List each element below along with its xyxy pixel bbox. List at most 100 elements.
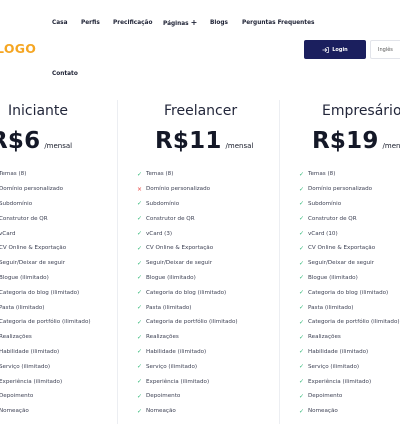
feature-label: Categoria do blog (ilimitado) [308,289,389,296]
feature-label: vCard (3) [146,230,173,237]
feature-label: Domínio personalizado [308,186,373,193]
feature-label: CV Online & Exportação [146,245,214,252]
check-icon: ✓ [298,215,305,223]
feature-item: ✓Habilidade (ilimitado) [0,345,91,360]
login-button[interactable]: Login [304,40,366,59]
feature-label: Construtor de QR [146,215,195,222]
nav-link-paginas-label: Páginas [163,21,189,27]
feature-item: ✓Categoria de portfólio (ilimitado) [135,315,238,330]
feature-label: vCard (10) [308,230,338,237]
language-label: Inglês [378,46,393,53]
check-icon: ✓ [298,407,305,415]
plan-price-freelancer: R$11/mensal [155,128,253,154]
nav-link-paginas[interactable]: Páginas + [163,19,197,28]
check-icon: ✓ [298,304,305,312]
feature-label: Depoimento [0,393,34,400]
check-icon: ✓ [136,200,143,208]
feature-item: ✓ vCard (10) [297,226,400,241]
feature-label: Subdomínio [0,200,33,207]
check-icon: ✓ [136,318,143,326]
feature-item: ✓Nomeação [0,404,91,419]
check-icon: ✓ [298,185,305,193]
feature-label: Nomeação [0,408,29,415]
check-icon: ✓ [136,392,143,400]
check-icon: ✓ [298,348,305,356]
feature-label: Habilidade (ilimitado) [308,348,369,355]
check-icon: ✓ [136,230,143,238]
feature-item: ✓CV Online & Exportação [135,241,238,256]
feature-item: ✓Temas (8) [0,167,91,182]
check-icon: ✓ [298,200,305,208]
nav-link-precificacao[interactable]: Precificação [113,20,152,26]
feature-label: Habilidade (ilimitado) [146,348,207,355]
feature-item: × Domínio personalizado [135,182,238,197]
check-icon: ✓ [136,407,143,415]
plan-price-empresario: R$19/mensal [312,128,400,154]
feature-label: Pasta (ilimitado) [308,304,354,311]
feature-item: ✓Experiência (ilimitado) [0,374,91,389]
feature-item: ✓Temas (8) [297,167,400,182]
feature-item: ✓Seguir/Deixar de seguir [0,256,91,271]
check-icon: ✓ [298,318,305,326]
feature-item: ✓Seguir/Deixar de seguir [297,256,400,271]
feature-label: vCard [0,230,16,237]
feature-item: ✓Realizações [297,330,400,345]
feature-item: ✓Serviço (ilimitado) [297,359,400,374]
feature-label: Experiência (ilimitado) [146,378,210,385]
nav-link-perfis[interactable]: Perfis [81,20,100,26]
feature-label: Seguir/Deixar de seguir [0,260,66,267]
plan-title-iniciante: Iniciante [8,103,69,119]
feature-item: ✓Construtor de QR [135,211,238,226]
nav-link-faq[interactable]: Perguntas Frequentes [242,20,314,26]
feature-item: ✓Habilidade (ilimitado) [135,345,238,360]
check-icon: ✓ [136,333,143,341]
feature-item: ✓Blogue (ilimitado) [135,271,238,286]
feature-item: ✓Habilidade (ilimitado) [297,345,400,360]
feature-item: ✓Categoria do blog (ilimitado) [135,285,238,300]
feature-label: Nomeação [146,408,176,415]
price-amount: R$19 [312,128,379,154]
feature-item: ✓Pasta (ilimitado) [135,300,238,315]
check-icon: ✓ [136,274,143,282]
feature-item: ✓Construtor de QR [297,211,400,226]
feature-item: ✓Categoria de portfólio (ilimitado) [0,315,91,330]
feature-item: ✓Nomeação [297,404,400,419]
feature-label: Temas (8) [308,171,336,178]
check-icon: ✓ [298,392,305,400]
feature-item: ✓Domínio personalizado [0,182,91,197]
check-icon: ✓ [136,378,143,386]
feature-item: ✓Pasta (ilimitado) [297,300,400,315]
feature-label: Depoimento [146,393,181,400]
feature-label: Seguir/Deixar de seguir [146,260,213,267]
check-icon: ✓ [298,363,305,371]
nav-link-contato[interactable]: Contato [52,71,78,77]
price-period: /mensal [225,142,254,150]
feature-label: Subdomínio [308,200,342,207]
logo[interactable]: LOGO [0,41,36,56]
check-icon: ✓ [298,244,305,252]
feature-item: ✓Blogue (ilimitado) [297,271,400,286]
feature-list-empresario: ✓ Temas (8) ✓ Domínio personalizado ✓ Subdomí… [297,167,400,419]
feature-item: ✓Subdomínio [135,197,238,212]
feature-item: ✓Subdomínio [0,197,91,212]
feature-item: ✓Temas (8) [135,167,238,182]
login-label: Login [332,46,348,53]
feature-label: Experiência (ilimitado) [0,378,63,385]
column-divider [117,100,118,424]
feature-label: Pasta (ilimitado) [0,304,45,311]
feature-label: Blogue (ilimitado) [0,274,49,281]
feature-label: Depoimento [308,393,343,400]
check-icon: ✓ [136,289,143,297]
language-select[interactable]: Inglês [370,40,400,59]
plan-title-freelancer: Freelancer [164,103,238,119]
feature-label: Serviço (ilimitado) [308,363,360,370]
feature-item: ✓Seguir/Deixar de seguir [135,256,238,271]
feature-label: Categoria de portfólio (ilimitado) [146,319,238,326]
feature-item: ✓Serviço (ilimitado) [0,359,91,374]
feature-item: ✓Realizações [135,330,238,345]
feature-list-freelancer: ✓ Temas (8) × Domínio personalizado ✓ Subdomí… [135,167,238,419]
check-icon: ✓ [136,259,143,267]
nav-link-blogs[interactable]: Blogs [210,20,228,26]
nav-link-casa[interactable]: Casa [52,20,68,26]
check-icon: ✓ [298,274,305,282]
